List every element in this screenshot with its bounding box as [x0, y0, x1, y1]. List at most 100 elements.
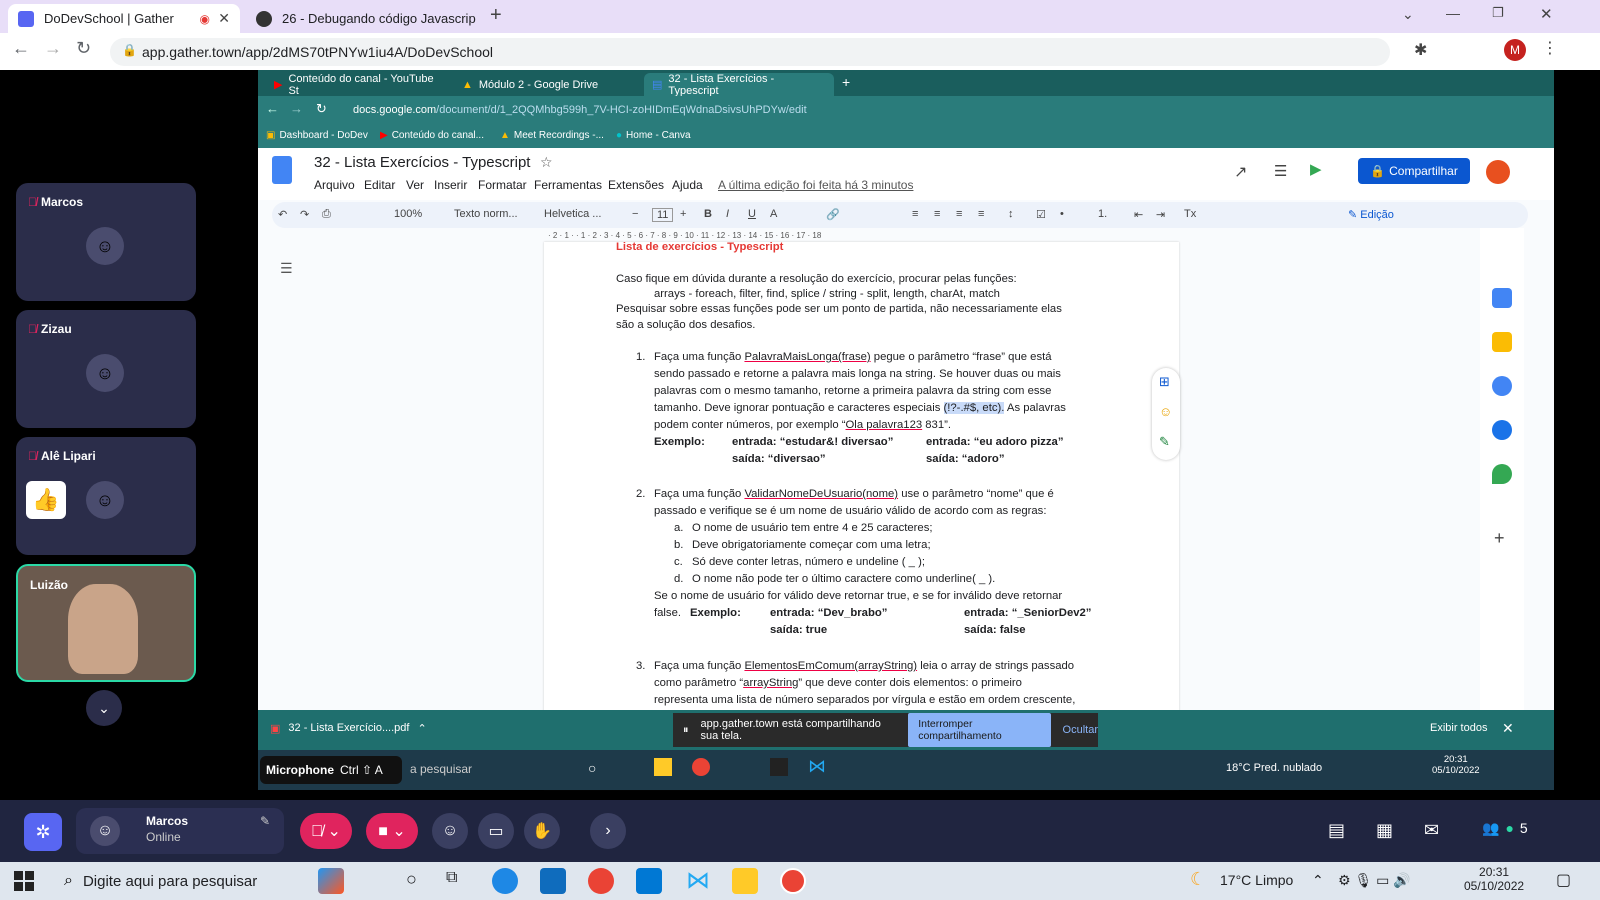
- chrome-icon[interactable]: [692, 758, 710, 776]
- chevron-right-icon[interactable]: ›: [590, 813, 626, 849]
- hand-raise-button[interactable]: ✋: [524, 813, 560, 849]
- bold-icon[interactable]: B: [704, 208, 712, 220]
- news-widget-icon[interactable]: [318, 868, 344, 894]
- font-size-input[interactable]: 11: [652, 208, 674, 222]
- inner-tab-docs[interactable]: ▤ 32 - Lista Exercícios - Typescript: [644, 73, 834, 97]
- forward-icon[interactable]: →: [44, 38, 62, 59]
- tray-chevron-icon[interactable]: ⌃: [1312, 872, 1324, 889]
- tasks-icon[interactable]: [1492, 376, 1512, 396]
- menu-arquivo[interactable]: Arquivo: [314, 178, 355, 192]
- decrease-indent-icon[interactable]: ⇤: [1134, 208, 1143, 221]
- maps-icon[interactable]: [1492, 464, 1512, 484]
- mode-select[interactable]: ✎ Edição: [1348, 208, 1394, 221]
- share-button[interactable]: 🔒 Compartilhar: [1358, 158, 1470, 184]
- chat-icon[interactable]: ✉: [1424, 820, 1439, 841]
- outline-icon[interactable]: ☰: [280, 260, 293, 277]
- chevron-down-icon[interactable]: ⌄: [86, 690, 122, 726]
- menu-ajuda[interactable]: Ajuda: [672, 178, 703, 192]
- decrease-font-icon[interactable]: −: [632, 208, 638, 220]
- zoom-select[interactable]: 100%: [394, 208, 422, 220]
- bookmark-item[interactable]: ▣ Dashboard - DoDev: [266, 130, 368, 141]
- menu-ver[interactable]: Ver: [406, 178, 424, 192]
- profile-avatar[interactable]: M: [1504, 39, 1526, 61]
- calendar-icon[interactable]: [1492, 288, 1512, 308]
- numbered-list-icon[interactable]: 1.: [1098, 208, 1107, 220]
- last-edit-link[interactable]: A última edição foi feita há 3 minutos: [718, 178, 913, 192]
- participant-card[interactable]: 🎙̸ Zizau ☺: [16, 310, 196, 428]
- clock[interactable]: 20:31 05/10/2022: [1464, 865, 1524, 893]
- style-select[interactable]: Texto norm...: [454, 208, 518, 220]
- menu-editar[interactable]: Editar: [364, 178, 395, 192]
- task-view-icon[interactable]: ⧉: [446, 869, 457, 887]
- account-avatar[interactable]: [1486, 160, 1510, 184]
- inner-tab-drive[interactable]: ▲ Módulo 2 - Google Drive: [454, 73, 644, 96]
- explorer-icon[interactable]: [654, 758, 672, 776]
- new-tab-button[interactable]: +: [842, 74, 850, 90]
- close-download-bar-icon[interactable]: ✕: [1502, 720, 1514, 737]
- restore-icon[interactable]: ❐: [1492, 5, 1504, 21]
- edit-icon[interactable]: ✎: [260, 814, 270, 828]
- bookmark-item[interactable]: ● Home - Canva: [616, 130, 691, 141]
- chrome-icon[interactable]: [588, 868, 614, 894]
- font-select[interactable]: Helvetica ...: [544, 208, 601, 220]
- text-color-icon[interactable]: A: [770, 208, 777, 220]
- align-left-icon[interactable]: ≡: [912, 208, 918, 220]
- show-all-downloads[interactable]: Exibir todos: [1430, 722, 1487, 734]
- hide-button[interactable]: Ocultar: [1063, 724, 1098, 736]
- notes-icon[interactable]: ▤: [1328, 820, 1345, 841]
- menu-extensoes[interactable]: Extensões: [608, 178, 664, 192]
- tab-search-icon[interactable]: ⌄: [1402, 6, 1414, 23]
- add-addon-icon[interactable]: +: [1494, 528, 1505, 549]
- bookmark-item[interactable]: ▶ Conteúdo do canal...: [380, 130, 484, 141]
- tray-icons[interactable]: ⚙ 🎙 ▭ 🔊: [1338, 872, 1411, 889]
- link-icon[interactable]: 🔗: [826, 208, 840, 221]
- new-tab-button[interactable]: +: [490, 4, 502, 27]
- taskbar-search[interactable]: a pesquisar: [410, 762, 472, 776]
- underline-icon[interactable]: U: [748, 208, 756, 220]
- minimize-icon[interactable]: —: [1446, 5, 1460, 21]
- activity-icon[interactable]: ↗: [1234, 162, 1247, 182]
- terminal-icon[interactable]: [770, 758, 788, 776]
- back-icon[interactable]: ←: [12, 38, 30, 59]
- calendar-icon[interactable]: ▦: [1376, 820, 1393, 841]
- chrome-active-icon[interactable]: [780, 868, 806, 894]
- back-icon[interactable]: ←: [266, 101, 279, 116]
- camera-off-button[interactable]: ■ ⌄: [366, 813, 418, 849]
- participants-button[interactable]: 👥 ● 5: [1482, 820, 1528, 837]
- undo-icon[interactable]: ↶: [278, 208, 287, 221]
- contacts-icon[interactable]: [1492, 420, 1512, 440]
- align-right-icon[interactable]: ≡: [956, 208, 962, 220]
- justify-icon[interactable]: ≡: [978, 208, 984, 220]
- cortana-icon[interactable]: ○: [588, 760, 596, 776]
- bullet-list-icon[interactable]: •: [1060, 208, 1064, 220]
- extensions-icon[interactable]: ✱: [1414, 40, 1427, 60]
- increase-font-icon[interactable]: +: [680, 208, 686, 220]
- meet-icon[interactable]: ▶: [1310, 160, 1322, 178]
- participant-card[interactable]: 🎙̸ Alê Lipari 👍 ☺: [16, 437, 196, 555]
- download-item[interactable]: ▣ 32 - Lista Exercício....pdf ⌃: [270, 722, 427, 735]
- print-icon[interactable]: ⎙: [322, 208, 331, 221]
- keep-icon[interactable]: [1492, 332, 1512, 352]
- italic-icon[interactable]: I: [726, 208, 729, 220]
- document-page[interactable]: Lista de exercícios - Typescript Caso fi…: [544, 242, 1179, 788]
- tab-debug[interactable]: 26 - Debugando código Javascrip: [246, 4, 496, 33]
- cortana-icon[interactable]: ○: [406, 869, 417, 890]
- document-title[interactable]: 32 - Lista Exercícios - Typescript: [314, 154, 530, 171]
- windows-start-icon[interactable]: [14, 871, 34, 891]
- reload-icon[interactable]: ↻: [76, 38, 91, 59]
- line-spacing-icon[interactable]: ↕: [1008, 208, 1014, 220]
- redo-icon[interactable]: ↷: [300, 208, 309, 221]
- address-bar[interactable]: 🔒 app.gather.town/app/2dMS70tPNYw1iu4A/D…: [110, 38, 1390, 66]
- inner-tab-youtube[interactable]: ▶ Conteúdo do canal - YouTube St: [266, 73, 454, 97]
- store-icon[interactable]: [540, 868, 566, 894]
- increase-indent-icon[interactable]: ⇥: [1156, 208, 1165, 221]
- participant-card[interactable]: 🎙̸ Marcos ☺: [16, 183, 196, 301]
- forward-icon[interactable]: →: [290, 101, 303, 116]
- inner-address-bar[interactable]: docs.google.com/document/d/1_2QQMhbg599h…: [353, 100, 1413, 120]
- vscode-icon[interactable]: ⋈: [686, 866, 710, 895]
- emoji-icon[interactable]: ☺: [1159, 404, 1172, 419]
- user-status-card[interactable]: ☺ Marcos Online ✎: [76, 808, 284, 854]
- suggest-icon[interactable]: ✎: [1159, 434, 1170, 450]
- edge-icon[interactable]: [492, 868, 518, 894]
- notifications-icon[interactable]: ▢: [1556, 870, 1571, 890]
